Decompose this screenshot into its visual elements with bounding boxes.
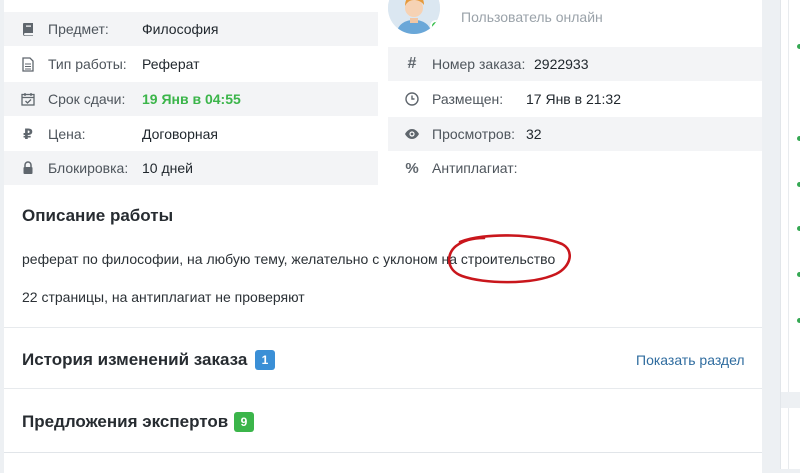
posted-row: Размещен: 17 Янв в 21:32 — [388, 82, 762, 116]
section-divider — [4, 388, 762, 389]
calendar-check-icon — [20, 91, 36, 107]
eye-icon — [404, 126, 420, 142]
deadline-row: Срок сдачи: 19 Янв в 04:55 — [4, 82, 378, 116]
subject-label: Предмет: — [48, 21, 109, 37]
user-online-status: Пользователь онлайн — [461, 9, 603, 25]
views-value: 32 — [526, 126, 542, 142]
sidebar-gap — [781, 392, 800, 408]
posted-value: 17 Янв в 21:32 — [526, 91, 621, 107]
ruble-icon: ₽ — [23, 125, 33, 142]
file-icon — [20, 56, 36, 72]
history-title: История изменений заказа — [22, 350, 248, 369]
section-divider — [4, 327, 762, 328]
show-section-link[interactable]: Показать раздел — [636, 352, 745, 368]
work-type-label: Тип работы: — [48, 56, 127, 72]
lock-label: Блокировка: — [48, 160, 129, 176]
lock-icon — [20, 160, 36, 176]
description-text: реферат по философии, на любую тему, жел… — [22, 251, 461, 267]
posted-label: Размещен: — [432, 91, 504, 107]
order-number-label: Номер заказа: — [432, 56, 526, 72]
online-indicator — [430, 20, 440, 32]
views-label: Просмотров: — [432, 126, 516, 142]
percent-icon: % — [405, 159, 419, 177]
views-row: Просмотров: 32 — [388, 117, 762, 151]
right-sidebar — [780, 0, 800, 469]
offers-title: Предложения экспертов — [22, 412, 229, 431]
clock-icon — [404, 91, 420, 107]
price-value: Договорная — [142, 126, 218, 142]
deadline-value: 19 Янв в 04:55 — [142, 91, 241, 107]
offers-panel — [4, 452, 762, 473]
price-row: ₽ Цена: Договорная — [4, 117, 378, 151]
description-line-2: 22 страницы, на антиплагиат не проверяют — [22, 289, 305, 305]
deadline-label: Срок сдачи: — [48, 91, 126, 107]
offers-count-badge: 9 — [234, 412, 254, 432]
subject-value: Философия — [142, 21, 219, 37]
subject-row: Предмет: Философия — [4, 12, 378, 46]
description-title: Описание работы — [22, 206, 174, 225]
work-type-row: Тип работы: Реферат — [4, 47, 378, 81]
book-icon — [20, 21, 36, 37]
price-label: Цена: — [48, 126, 86, 142]
lock-row: Блокировка: 10 дней — [4, 151, 378, 185]
antiplagiat-label: Антиплагиат: — [432, 160, 518, 176]
antiplagiat-row: % Антиплагиат: — [388, 151, 762, 185]
order-number-row: # Номер заказа: 2922933 — [388, 47, 762, 81]
hash-icon: # — [407, 55, 417, 72]
highlight-circle — [447, 234, 571, 284]
work-type-value: Реферат — [142, 56, 200, 72]
lock-value: 10 дней — [142, 160, 193, 176]
order-number-value: 2922933 — [534, 56, 589, 72]
history-count-badge: 1 — [255, 350, 275, 370]
